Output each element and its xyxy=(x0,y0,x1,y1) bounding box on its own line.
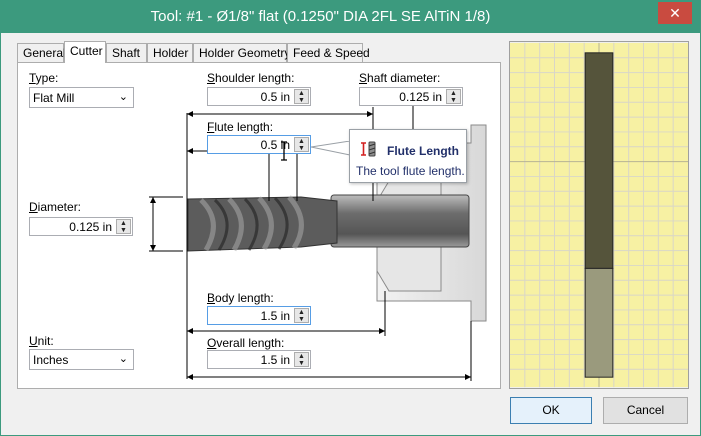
window-title: Tool: #1 - Ø1/8" flat (0.1250" DIA 2FL S… xyxy=(150,8,491,25)
tab-shaft[interactable]: Shaft xyxy=(106,43,147,62)
tool-dialog-window: Tool: #1 - Ø1/8" flat (0.1250" DIA 2FL S… xyxy=(0,0,701,436)
text-cursor-icon xyxy=(281,141,287,161)
spin-updown-icon[interactable]: ▲ ▼ xyxy=(294,308,309,323)
tooltip-title: Flute Length xyxy=(387,144,459,158)
tab-holder[interactable]: Holder xyxy=(147,43,193,62)
chevron-down-icon: ⌄ xyxy=(118,91,128,103)
overall-length-label: Overall length: xyxy=(207,336,285,350)
spin-updown-icon[interactable]: ▲ ▼ xyxy=(446,89,461,104)
spin-updown-icon[interactable]: ▲ ▼ xyxy=(294,137,309,152)
unit-select[interactable]: Inches ⌄ xyxy=(29,349,134,370)
tab-cutter[interactable]: Cutter xyxy=(64,41,106,63)
diameter-label: Diameter: xyxy=(29,200,82,214)
shaft-diameter-label: Shaft diameter: xyxy=(359,71,441,85)
type-select[interactable]: Flat Mill ⌄ xyxy=(29,87,134,108)
type-value: Flat Mill xyxy=(33,91,75,105)
flute-length-label: Flute length: xyxy=(207,120,274,134)
tab-feed-speed[interactable]: Feed & Speed xyxy=(287,43,370,62)
flute-length-icon xyxy=(361,141,376,157)
flute-length-input[interactable]: 0.5 in ▲ ▼ xyxy=(207,135,311,154)
spin-updown-icon[interactable]: ▲ ▼ xyxy=(294,352,309,367)
tooltip-pointer xyxy=(311,141,351,156)
tab-holder-geometry[interactable]: Holder Geometry xyxy=(193,43,290,62)
spin-updown-icon[interactable]: ▲ ▼ xyxy=(116,219,131,234)
cancel-button[interactable]: Cancel xyxy=(603,397,688,424)
overall-length-input[interactable]: 1.5 in ▲ ▼ xyxy=(207,350,311,369)
tab-general[interactable]: General xyxy=(17,43,66,62)
titlebar: Tool: #1 - Ø1/8" flat (0.1250" DIA 2FL S… xyxy=(1,1,700,33)
flute-length-tooltip: Flute Length The tool flute length. xyxy=(349,129,467,183)
shaft-diameter-input[interactable]: 0.125 in ▲ ▼ xyxy=(359,87,463,106)
tool-shank xyxy=(330,194,470,248)
close-button[interactable]: ✕ xyxy=(658,2,692,24)
body-length-label: Body length: xyxy=(207,291,274,305)
spin-updown-icon[interactable]: ▲ ▼ xyxy=(294,89,309,104)
diameter-input[interactable]: 0.125 in ▲ ▼ xyxy=(29,217,133,236)
unit-label: Unit: xyxy=(29,334,54,348)
tool-preview xyxy=(509,41,689,389)
tooltip-text: The tool flute length. xyxy=(356,164,465,178)
body-length-input[interactable]: 1.5 in ▲ ▼ xyxy=(207,306,311,325)
shoulder-length-input[interactable]: 0.5 in ▲ ▼ xyxy=(207,87,311,106)
shoulder-length-label: Shoulder length: xyxy=(207,71,295,85)
unit-value: Inches xyxy=(33,353,69,367)
ok-button[interactable]: OK xyxy=(510,397,592,424)
type-label: Type: xyxy=(29,71,59,85)
chevron-down-icon: ⌄ xyxy=(118,353,128,365)
